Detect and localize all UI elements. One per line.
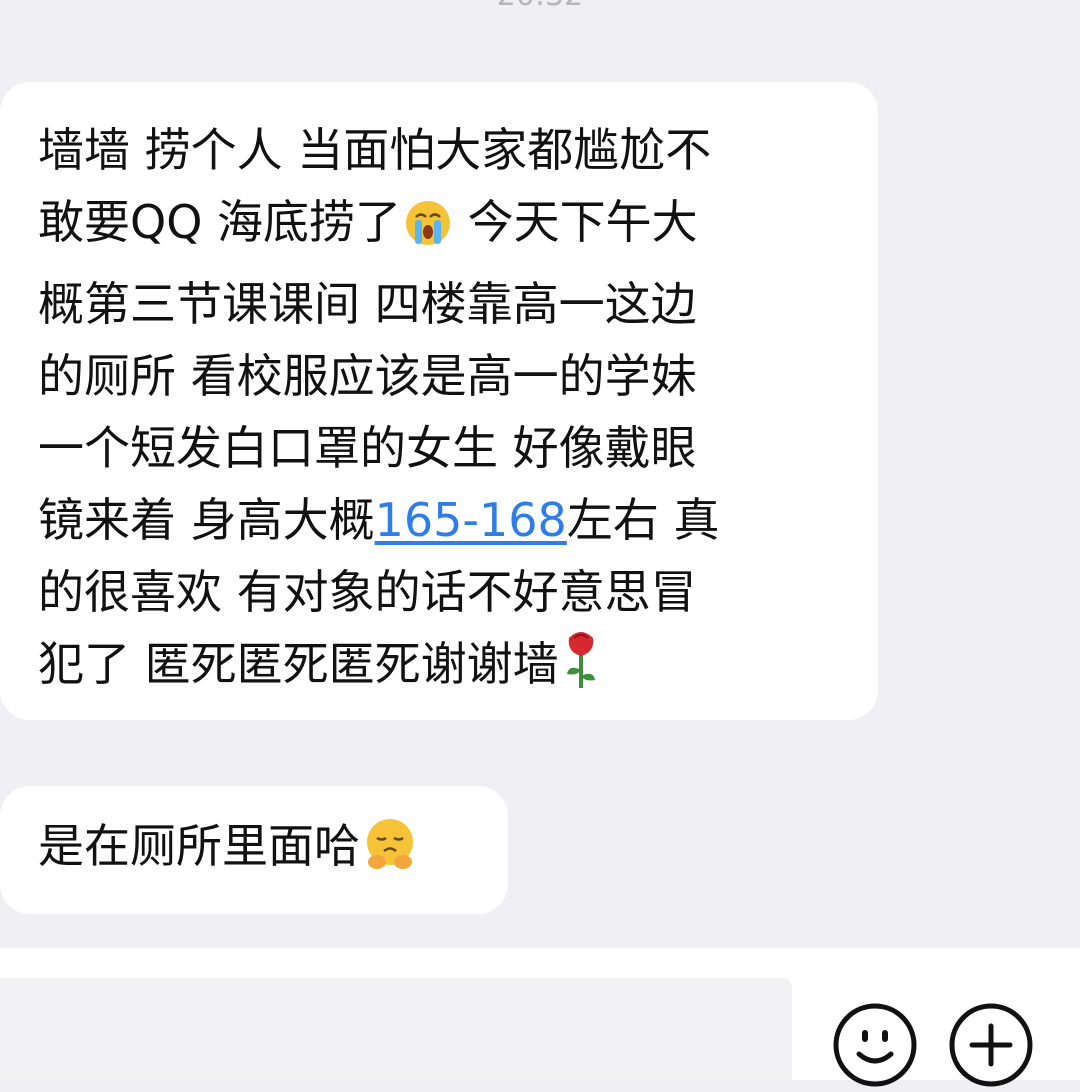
message-text: 左右 真 (566, 493, 720, 547)
crying-face-icon (403, 196, 453, 268)
input-bar (0, 948, 1080, 1087)
sad-face-icon (362, 816, 418, 892)
message-text: 是在厕所里面哈 (38, 819, 360, 873)
message-text: 一个短发白口罩的女生 好像戴眼 (38, 421, 697, 475)
rose-icon (561, 628, 601, 710)
plus-icon (949, 1003, 1033, 1087)
message-line: 的很喜欢 有对象的话不好意思冒 (38, 556, 838, 628)
smiley-icon (833, 1003, 917, 1087)
message-line: 的厕所 看校服应该是高一的学妹 (38, 340, 838, 412)
message-bubble-2[interactable]: 是在厕所里面哈 (0, 786, 508, 914)
message-text: 今天下午大 (453, 195, 698, 249)
message-text: 的很喜欢 有对象的话不好意思冒 (38, 565, 697, 619)
message-line: 墙墙 捞个人 当面怕大家都尴尬不 (38, 114, 838, 186)
message-line: 镜来着 身高大概165-168左右 真 (38, 484, 838, 556)
message-text: 墙墙 捞个人 当面怕大家都尴尬不 (38, 123, 712, 177)
message-bubble-1[interactable]: 墙墙 捞个人 当面怕大家都尴尬不 敢要QQ 海底捞了 今天下午大 概第三节课课间… (0, 82, 878, 720)
message-text: 敢要QQ 海底捞了 (38, 195, 402, 249)
message-line: 敢要QQ 海底捞了 今天下午大 (38, 186, 838, 268)
message-text: 概第三节课课间 四楼靠高一这边 (38, 277, 697, 331)
message-line: 一个短发白口罩的女生 好像戴眼 (38, 412, 838, 484)
message-line: 犯了 匿死匿死匿死谢谢墙 (38, 628, 838, 710)
message-timestamp: 20:32 (0, 0, 1080, 13)
message-line: 是在厕所里面哈 (38, 810, 468, 892)
message-text: 镜来着 身高大概 (38, 493, 375, 547)
message-text: 的厕所 看校服应该是高一的学妹 (38, 349, 697, 403)
emoji-button[interactable] (832, 1002, 918, 1088)
message-input[interactable] (0, 978, 792, 1080)
more-button[interactable] (948, 1002, 1034, 1088)
message-text: 犯了 匿死匿死匿死谢谢墙 (38, 637, 559, 691)
message-line: 概第三节课课间 四楼靠高一这边 (38, 268, 838, 340)
height-link[interactable]: 165-168 (375, 493, 567, 547)
